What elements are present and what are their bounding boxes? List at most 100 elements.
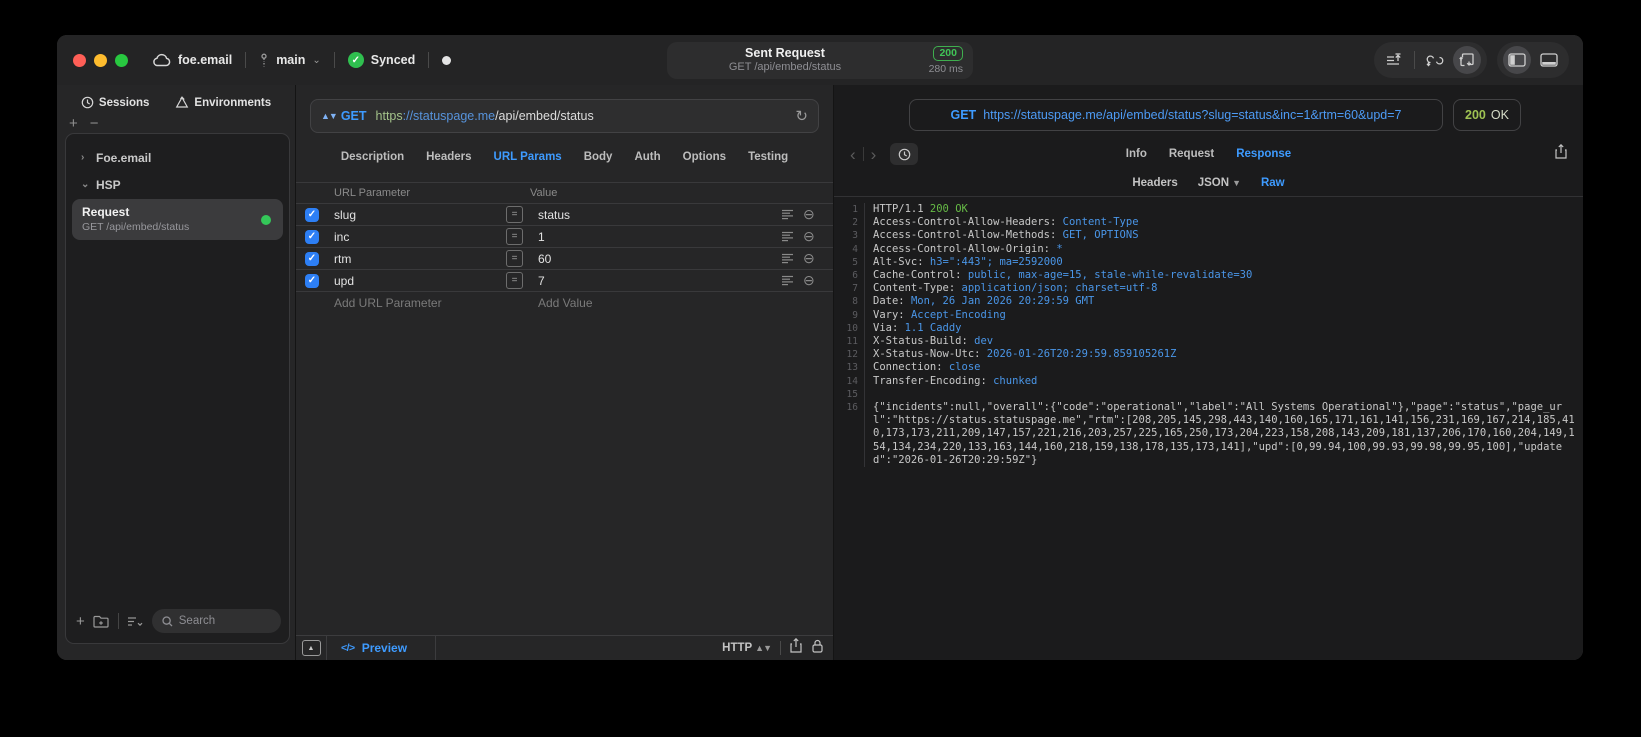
share-icon[interactable] xyxy=(790,637,802,658)
remove-param-icon[interactable]: ⊖ xyxy=(803,206,833,223)
close-window-button[interactable] xyxy=(73,53,86,67)
response-body[interactable]: 1 HTTP/1.1 200 OK 2 Access-Control-Allow-He… xyxy=(834,197,1583,660)
remove-session-button[interactable]: − xyxy=(90,115,99,132)
response-tab-info[interactable]: Info xyxy=(1126,148,1147,160)
line-number: 10 xyxy=(834,321,865,336)
response-subtab-headers[interactable]: Headers xyxy=(1132,177,1177,189)
toggle-bottom-panel-icon[interactable] xyxy=(1535,46,1563,74)
chevron-down-icon[interactable]: ⌄ xyxy=(312,55,320,66)
line-number: 16 xyxy=(834,401,865,468)
zoom-window-button[interactable] xyxy=(115,53,128,67)
tab-sessions[interactable]: Sessions xyxy=(81,96,149,109)
protocol-selector[interactable]: HTTP ▲▼ xyxy=(722,642,772,654)
param-row-upd: ✓ upd = 7 ⊖ xyxy=(296,270,833,292)
line-number: 11 xyxy=(834,335,865,349)
collapse-panel-button[interactable]: ▲ xyxy=(296,636,327,660)
minimize-window-button[interactable] xyxy=(94,53,107,67)
remove-param-icon[interactable]: ⊖ xyxy=(803,272,833,289)
remove-param-icon[interactable]: ⊖ xyxy=(803,228,833,245)
export-response-icon[interactable] xyxy=(1555,143,1567,164)
sessions-clock-icon xyxy=(81,96,94,109)
param-value-input[interactable]: 60 xyxy=(530,252,781,266)
remove-param-icon[interactable]: ⊖ xyxy=(803,250,833,267)
text-options-icon[interactable] xyxy=(781,275,803,286)
line-number: 2 xyxy=(834,216,865,230)
search-input[interactable]: Search xyxy=(151,609,281,633)
param-name-input[interactable]: upd xyxy=(330,274,506,288)
modified-dot-icon xyxy=(442,55,452,65)
toolbar-actions-group xyxy=(1374,42,1487,78)
response-tab-request[interactable]: Request xyxy=(1169,148,1214,160)
column-header-value: Value xyxy=(530,187,558,199)
request-tab-url-params[interactable]: URL Params xyxy=(494,151,562,163)
param-checkbox[interactable]: ✓ xyxy=(305,273,319,288)
tree-item-hsp[interactable]: ⌄ HSP xyxy=(66,171,289,198)
add-param-value-placeholder[interactable]: Add Value xyxy=(530,296,781,310)
param-checkbox[interactable]: ✓ xyxy=(305,229,319,244)
chevron-right-icon[interactable]: › xyxy=(81,152,89,163)
response-line: 12 X-Status-Now-Utc: 2026-01-26T20:29:59.… xyxy=(834,348,1583,362)
param-value-input[interactable]: status xyxy=(530,208,781,222)
param-name-input[interactable]: inc xyxy=(330,230,506,244)
tree-item-foe-email[interactable]: › Foe.email xyxy=(66,144,289,171)
url-params-table: URL Parameter Value ✓ slug = status ⊖ ✓ inc = 1 ⊖… xyxy=(296,182,833,314)
param-checkbox[interactable]: ✓ xyxy=(305,251,319,266)
history-forward-icon[interactable]: › xyxy=(871,146,877,163)
request-url-bar[interactable]: ▲▼ GET https://statuspage.me/api/embed/s… xyxy=(310,99,819,133)
line-number: 9 xyxy=(834,308,865,322)
param-checkbox[interactable]: ✓ xyxy=(305,207,319,222)
divider xyxy=(117,613,119,629)
divider xyxy=(245,52,247,68)
response-subtabs: Headers JSON ▼ Raw xyxy=(834,169,1583,197)
response-tab-response[interactable]: Response xyxy=(1236,148,1291,160)
tab-environments[interactable]: Environments xyxy=(175,96,271,109)
history-back-icon[interactable]: ‹ xyxy=(850,146,856,163)
response-subtab-json[interactable]: JSON ▼ xyxy=(1198,177,1241,189)
request-method[interactable]: GET xyxy=(341,109,367,123)
branch-name[interactable]: main xyxy=(276,53,305,67)
response-line: 4 Access-Control-Allow-Origin: * xyxy=(834,242,1583,256)
chevron-down-icon[interactable]: ⌄ xyxy=(81,179,89,190)
response-tabs: Info Request Response xyxy=(834,148,1583,160)
request-tab-description[interactable]: Description xyxy=(341,151,404,163)
method-stepper-icon[interactable]: ▲▼ xyxy=(321,111,338,121)
request-tab-auth[interactable]: Auth xyxy=(634,151,660,163)
project-name[interactable]: foe.email xyxy=(178,53,232,67)
request-tab-headers[interactable]: Headers xyxy=(426,151,471,163)
request-url[interactable]: https://statuspage.me/api/embed/status xyxy=(376,109,594,123)
new-folder-icon[interactable] xyxy=(93,614,110,628)
text-options-icon[interactable] xyxy=(781,253,803,264)
search-icon xyxy=(162,615,173,627)
history-clock-button[interactable] xyxy=(890,143,919,165)
resend-icon[interactable]: ↻ xyxy=(795,107,808,125)
toggle-left-panel-icon[interactable] xyxy=(1503,46,1531,74)
lock-icon[interactable] xyxy=(812,639,823,658)
response-line: 10 Via: 1.1 Caddy xyxy=(834,321,1583,336)
request-list-item-selected[interactable]: Request GET /api/embed/status xyxy=(72,199,283,241)
add-session-button[interactable]: + xyxy=(69,115,78,132)
request-tab-testing[interactable]: Testing xyxy=(748,151,788,163)
divider xyxy=(780,641,781,655)
sync-loop-icon[interactable] xyxy=(1421,46,1449,74)
request-tab-body[interactable]: Body xyxy=(584,151,613,163)
sync-status[interactable]: Synced xyxy=(371,53,415,67)
sent-request-pill[interactable]: Sent Request GET /api/embed/status 200 2… xyxy=(667,42,973,79)
param-name-input[interactable]: slug xyxy=(330,208,506,222)
param-name-input[interactable]: rtm xyxy=(330,252,506,266)
response-subtab-raw[interactable]: Raw xyxy=(1261,177,1285,189)
param-value-input[interactable]: 1 xyxy=(530,230,781,244)
add-request-button[interactable]: + xyxy=(76,613,85,630)
sort-filter-icon[interactable] xyxy=(127,615,144,628)
equals-badge-icon: = xyxy=(506,272,523,289)
param-value-input[interactable]: 7 xyxy=(530,274,781,288)
text-options-icon[interactable] xyxy=(781,209,803,220)
response-url-text: https://statuspage.me/api/embed/status?s… xyxy=(983,108,1402,122)
request-tab-options[interactable]: Options xyxy=(683,151,726,163)
text-options-icon[interactable] xyxy=(781,231,803,242)
add-param-row[interactable]: Add URL Parameter Add Value xyxy=(296,292,833,314)
response-url-display[interactable]: GET https://statuspage.me/api/embed/stat… xyxy=(909,99,1443,131)
resend-request-icon[interactable] xyxy=(1453,46,1481,74)
add-param-name-placeholder[interactable]: Add URL Parameter xyxy=(330,296,506,310)
export-queue-icon[interactable] xyxy=(1380,46,1408,74)
preview-button[interactable]: </> Preview xyxy=(327,636,437,660)
